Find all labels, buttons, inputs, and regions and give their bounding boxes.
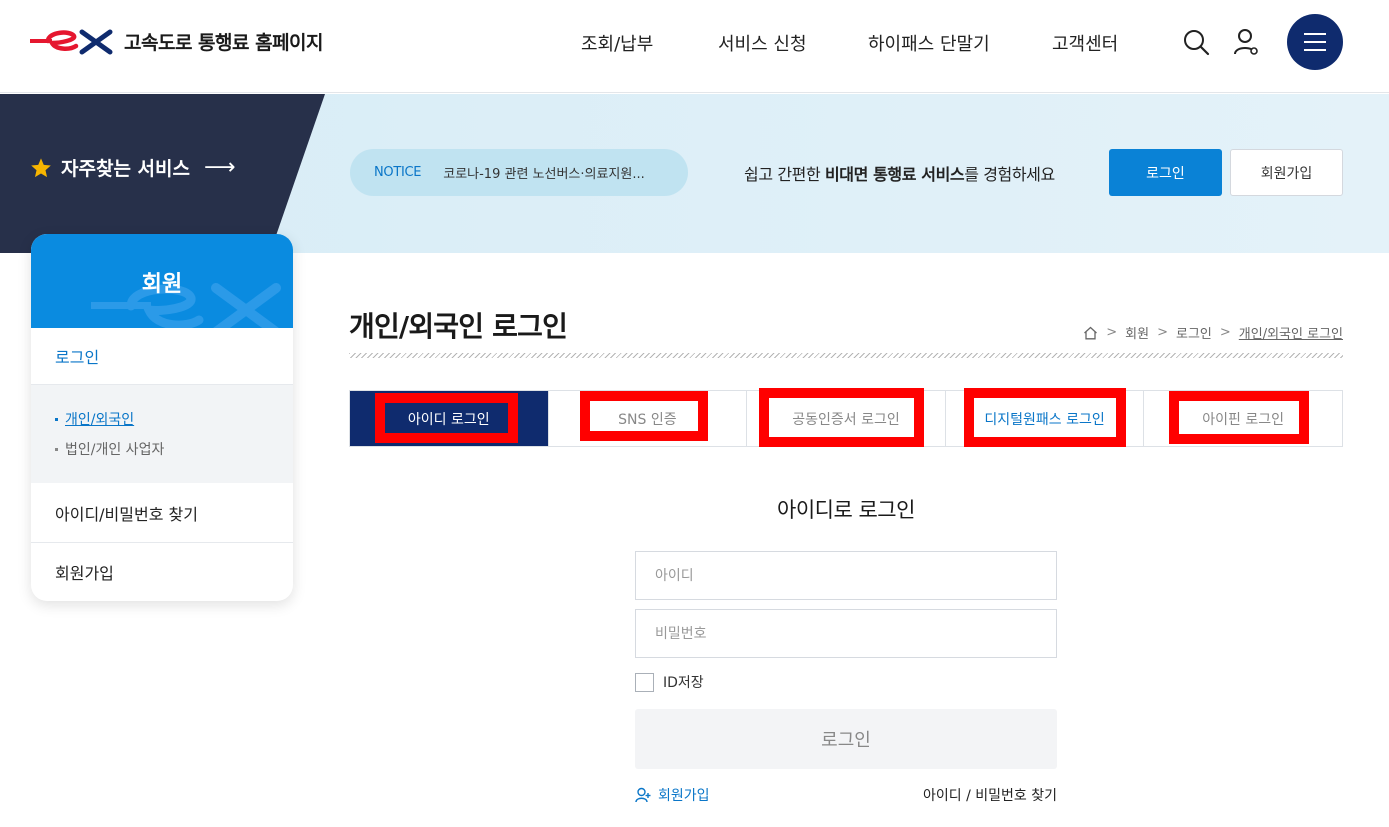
tab-certificate-login[interactable]: 공동인증서 로그인 bbox=[747, 388, 946, 447]
notice-text: 코로나-19 관련 노선버스·의료지원... bbox=[443, 167, 645, 182]
tab-label: 아이디 로그인 bbox=[397, 404, 500, 433]
breadcrumb-item[interactable]: 회원 bbox=[1125, 323, 1149, 342]
site-header: 고속도로 통행료 홈페이지 조회/납부 서비스 신청 하이패스 단말기 고객센터 bbox=[0, 0, 1389, 93]
site-logo[interactable]: 고속도로 통행료 홈페이지 bbox=[30, 26, 324, 56]
bullet-icon bbox=[55, 447, 58, 451]
tab-label: SNS 인증 bbox=[618, 411, 677, 428]
login-button[interactable]: 로그인 bbox=[635, 709, 1057, 769]
chevron-right-icon: > bbox=[1157, 325, 1168, 340]
tab-label: 디지털원패스 로그인 bbox=[984, 411, 1105, 428]
tab-ipin-login[interactable]: 아이핀 로그인 bbox=[1144, 391, 1342, 446]
checkbox-icon[interactable] bbox=[635, 672, 654, 692]
side-menu-title: 회원 bbox=[141, 272, 183, 297]
bullet-icon bbox=[55, 417, 58, 421]
find-id-password-link[interactable]: 아이디 / 비밀번호 찾기 bbox=[923, 785, 1057, 805]
side-menu: 회원 로그인 개인/외국인 법인/개인 사업자 아이디/비밀번호 찾기 회원가입 bbox=[31, 234, 293, 601]
notice-label: NOTICE bbox=[374, 165, 422, 180]
sidebar-item-find-id-password[interactable]: 아이디/비밀번호 찾기 bbox=[31, 483, 293, 543]
nav-inquiry-payment[interactable]: 조회/납부 bbox=[581, 30, 653, 56]
favorite-services-link[interactable]: 자주찾는 서비스 ⟶ bbox=[30, 154, 236, 181]
sidebar-item-login[interactable]: 로그인 bbox=[31, 328, 293, 385]
join-link-label: 회원가입 bbox=[658, 788, 710, 804]
breadcrumb-current[interactable]: 개인/외국인 로그인 bbox=[1239, 323, 1343, 342]
sidebar-submenu: 개인/외국인 법인/개인 사업자 bbox=[31, 385, 293, 483]
sidebar-subitem-corporate[interactable]: 법인/개인 사업자 bbox=[55, 439, 164, 459]
logo-text: 고속도로 통행료 홈페이지 bbox=[124, 31, 324, 54]
tab-label: 공동인증서 로그인 bbox=[792, 411, 900, 428]
login-tabs: 아이디 로그인 SNS 인증 공동인증서 로그인 디지털원패스 로그인 아이핀 … bbox=[349, 388, 1343, 447]
sidebar-subitem-label: 법인/개인 사업자 bbox=[65, 442, 165, 458]
tab-id-login[interactable]: 아이디 로그인 bbox=[350, 391, 549, 446]
banner-join-button[interactable]: 회원가입 bbox=[1230, 149, 1343, 196]
chevron-right-icon: > bbox=[1106, 325, 1118, 340]
side-menu-header: 회원 bbox=[31, 234, 293, 328]
search-icon[interactable] bbox=[1182, 28, 1210, 60]
user-add-icon bbox=[635, 787, 651, 803]
nav-service-apply[interactable]: 서비스 신청 bbox=[718, 30, 807, 56]
banner-message-pre: 쉽고 간편한 bbox=[744, 165, 825, 184]
page-title: 개인/외국인 로그인 bbox=[349, 310, 568, 343]
sidebar-subitem-personal-foreigner[interactable]: 개인/외국인 bbox=[55, 409, 134, 429]
sidebar-subitem-label: 개인/외국인 bbox=[65, 412, 135, 428]
notice-bar[interactable]: NOTICE 코로나-19 관련 노선버스·의료지원... bbox=[350, 149, 688, 196]
password-input[interactable] bbox=[635, 609, 1057, 658]
hamburger-menu-icon[interactable] bbox=[1287, 14, 1343, 70]
title-divider bbox=[349, 353, 1343, 358]
breadcrumb-item[interactable]: 로그인 bbox=[1176, 323, 1212, 342]
banner-message-bold: 비대면 통행료 서비스 bbox=[824, 165, 965, 184]
tab-digital-onepass-login[interactable]: 디지털원패스 로그인 bbox=[946, 388, 1145, 447]
save-id-checkbox[interactable]: ID저장 bbox=[635, 672, 704, 692]
banner-message: 쉽고 간편한 비대면 통행료 서비스를 경험하세요 bbox=[744, 161, 1055, 185]
sidebar-item-join[interactable]: 회원가입 bbox=[31, 543, 293, 601]
ex-logo-icon bbox=[30, 29, 113, 55]
tab-label: 아이핀 로그인 bbox=[1202, 411, 1285, 428]
star-icon bbox=[31, 157, 51, 177]
tab-sns-auth[interactable]: SNS 인증 bbox=[549, 391, 748, 446]
home-icon[interactable] bbox=[1083, 326, 1098, 340]
favorite-services-label: 자주찾는 서비스 bbox=[61, 158, 190, 180]
save-id-label: ID저장 bbox=[663, 675, 704, 691]
user-icon[interactable] bbox=[1232, 27, 1260, 61]
nav-customer-center[interactable]: 고객센터 bbox=[1052, 30, 1118, 56]
login-form-title: 아이디로 로그인 bbox=[777, 498, 915, 522]
banner-message-post: 를 경험하세요 bbox=[964, 165, 1055, 184]
chevron-right-icon: > bbox=[1219, 325, 1231, 340]
nav-hipass-device[interactable]: 하이패스 단말기 bbox=[868, 30, 990, 56]
arrow-right-icon: ⟶ bbox=[203, 155, 236, 180]
banner-login-button[interactable]: 로그인 bbox=[1109, 149, 1222, 196]
top-banner: 자주찾는 서비스 ⟶ NOTICE 코로나-19 관련 노선버스·의료지원...… bbox=[0, 94, 1389, 253]
id-input[interactable] bbox=[635, 551, 1057, 600]
join-link[interactable]: 회원가입 bbox=[635, 785, 710, 805]
breadcrumb: > 회원 > 로그인 > 개인/외국인 로그인 bbox=[1083, 323, 1343, 342]
